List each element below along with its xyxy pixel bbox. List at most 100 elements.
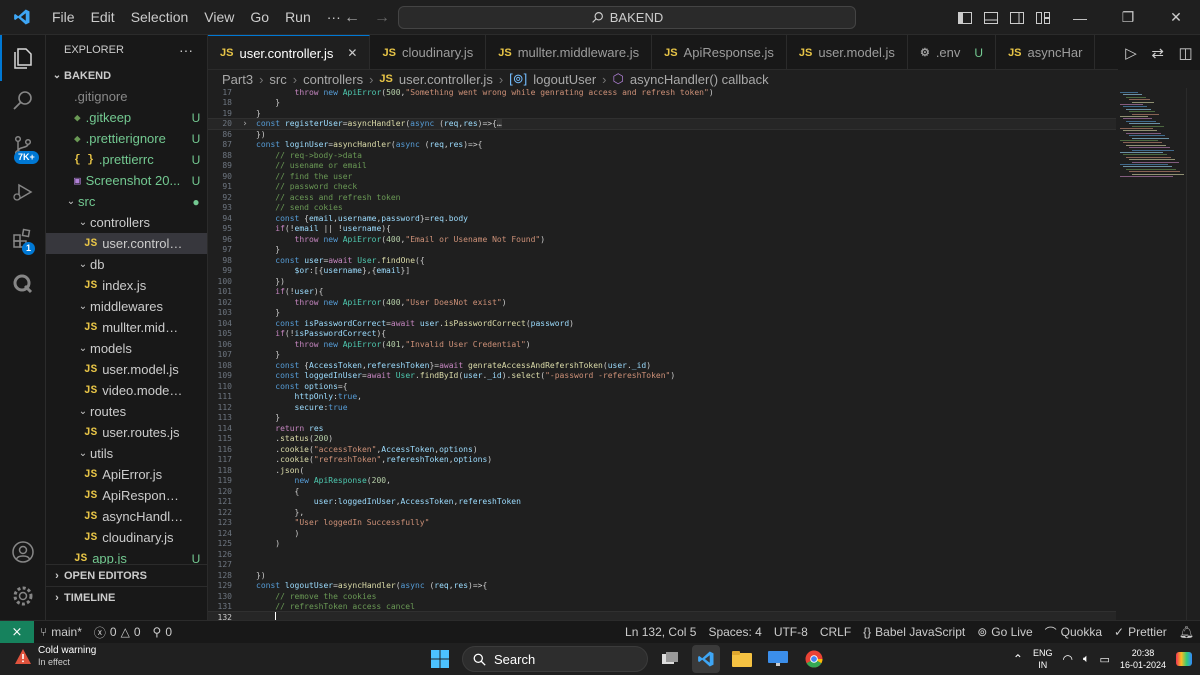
toggle-secondary-sidebar-icon[interactable] <box>1004 0 1030 35</box>
quokka-icon[interactable] <box>0 261 46 307</box>
vscode-taskbar-icon[interactable] <box>692 645 720 673</box>
toggle-panel-icon[interactable] <box>978 0 1004 35</box>
tree-file[interactable]: JS index.js <box>46 275 207 296</box>
code-line[interactable]: 120 { <box>208 486 1116 497</box>
vertical-scrollbar[interactable] <box>1186 88 1200 620</box>
volume-icon[interactable]: 🔈︎ <box>1083 653 1090 666</box>
tree-file[interactable]: ◆ .prettierignore U <box>46 128 207 149</box>
taskbar-search[interactable]: Search <box>462 646 648 672</box>
tree-folder[interactable]: ⌄ models <box>46 338 207 359</box>
code-line[interactable]: 105 if(!isPasswordCorrect){ <box>208 329 1116 340</box>
code-line[interactable]: 131 // refreshToken access cancel <box>208 602 1116 613</box>
code-line[interactable]: 112 secure:true <box>208 402 1116 413</box>
code-line[interactable]: 100 }) <box>208 276 1116 287</box>
wifi-icon[interactable]: ◠ <box>1062 652 1072 666</box>
code-line[interactable]: 107 } <box>208 350 1116 361</box>
code-line[interactable]: 109 const loggedInUser=await User.findBy… <box>208 371 1116 382</box>
tray-chevron-up-icon[interactable]: ⌃ <box>1013 652 1023 666</box>
menu-run[interactable]: Run <box>277 0 319 35</box>
menu-view[interactable]: View <box>196 0 242 35</box>
editor-tab[interactable]: JS user.controller.js ✕ <box>208 35 371 69</box>
fold-chevron-icon[interactable]: › <box>234 119 256 129</box>
editor-tab[interactable]: ⚙ .env U <box>908 35 997 69</box>
tree-folder[interactable]: ⌄ utils <box>46 443 207 464</box>
editor-tab[interactable]: JS mullter.middleware.js <box>486 35 653 69</box>
language-mode[interactable]: {} Babel JavaScript <box>857 625 971 639</box>
command-center[interactable]: BAKEND <box>398 6 856 29</box>
tree-file[interactable]: JS user.routes.js <box>46 422 207 443</box>
tree-file[interactable]: JS app.js U <box>46 548 207 564</box>
code-line[interactable]: 125 ) <box>208 539 1116 550</box>
code-line[interactable]: 104 const isPasswordCorrect=await user.i… <box>208 318 1116 329</box>
code-line[interactable]: 117 .cookie("refreshToken",refereshToken… <box>208 455 1116 466</box>
problems-indicator[interactable]: ⓧ 0 △ 0 <box>88 624 147 641</box>
code-line[interactable]: 106 throw new ApiError(401,"Invalid User… <box>208 339 1116 350</box>
windows-start-icon[interactable] <box>426 645 454 673</box>
code-line[interactable]: 92 // acess and refresh token <box>208 192 1116 203</box>
editor-tab[interactable]: JS user.model.js <box>787 35 908 69</box>
tree-file[interactable]: { } .prettierrc U <box>46 149 207 170</box>
code-line[interactable]: 94 const {email,username,password}=req.b… <box>208 213 1116 224</box>
menu-go[interactable]: Go <box>242 0 277 35</box>
tree-folder[interactable]: ⌄ controllers <box>46 212 207 233</box>
cursor-position[interactable]: Ln 132, Col 5 <box>619 625 702 639</box>
end-of-line[interactable]: CRLF <box>814 625 857 639</box>
chrome-icon[interactable] <box>800 645 828 673</box>
ports-indicator[interactable]: ⚲ 0 <box>147 625 178 639</box>
code-line[interactable]: 122 }, <box>208 507 1116 518</box>
code-line[interactable]: 91 // password check <box>208 182 1116 193</box>
indentation[interactable]: Spaces: 4 <box>702 625 767 639</box>
code-line[interactable]: 19} <box>208 108 1116 119</box>
tree-file[interactable]: JS cloudinary.js <box>46 527 207 548</box>
notifications-bell-icon[interactable]: 🔔︎ <box>1173 625 1200 639</box>
toggle-primary-sidebar-icon[interactable] <box>952 0 978 35</box>
code-line[interactable]: 128}) <box>208 570 1116 581</box>
clock[interactable]: 20:38 16-01-2024 <box>1120 647 1166 671</box>
code-line[interactable]: 86}) <box>208 129 1116 140</box>
close-tab-icon[interactable]: ✕ <box>347 46 357 60</box>
tree-file[interactable]: ▣ Screenshot 20... U <box>46 170 207 191</box>
code-line[interactable]: 129 const logoutUser=asyncHandler(async (… <box>208 581 1116 592</box>
code-line[interactable]: 90 // find the user <box>208 171 1116 182</box>
menu-edit[interactable]: Edit <box>83 0 123 35</box>
breadcrumb-item[interactable]: src <box>269 72 286 87</box>
tree-file[interactable]: ◆ .gitkeep U <box>46 107 207 128</box>
editor-tab[interactable]: JS asyncHar <box>996 35 1096 69</box>
code-line[interactable]: 113 } <box>208 413 1116 424</box>
tree-folder[interactable]: ⌄ src ● <box>46 191 207 212</box>
explorer-files-icon[interactable] <box>0 35 46 81</box>
code-line[interactable]: 20 › const registerUser=asyncHandler(async… <box>208 117 1116 130</box>
minimap[interactable] <box>1116 88 1186 620</box>
code-line[interactable]: 101 if(!user){ <box>208 287 1116 298</box>
extensions-icon[interactable]: 1 <box>0 215 46 261</box>
back-arrow-icon[interactable]: ← <box>344 9 360 27</box>
menu-selection[interactable]: Selection <box>123 0 197 35</box>
code-line[interactable]: 118 .json( <box>208 465 1116 476</box>
open-editors-section[interactable]: › OPEN EDITORS <box>46 564 207 586</box>
forward-arrow-icon[interactable]: → <box>374 9 390 27</box>
editor-tab[interactable]: JS ApiResponse.js <box>652 35 787 69</box>
code-line[interactable]: 93 // send cokies <box>208 203 1116 214</box>
code-line[interactable]: 127 <box>208 560 1116 571</box>
file-explorer-icon[interactable] <box>728 645 756 673</box>
breadcrumb-item[interactable]: Part3 <box>222 72 253 87</box>
language-indicator[interactable]: ENG IN <box>1033 647 1053 671</box>
branch-indicator[interactable]: ⑂ main* <box>34 625 88 639</box>
tree-folder[interactable]: ⌄ db <box>46 254 207 275</box>
prettier-button[interactable]: ✓ Prettier <box>1108 625 1173 639</box>
run-debug-icon[interactable] <box>0 169 46 215</box>
code-line[interactable]: 95 if(!email || !username){ <box>208 224 1116 235</box>
code-line[interactable]: 121 user:loggedInUser,AccessToken,refere… <box>208 497 1116 508</box>
code-line[interactable]: 18 } <box>208 98 1116 109</box>
code-line[interactable]: 99 $or:[{username},{email}] <box>208 266 1116 277</box>
breadcrumb-item[interactable]: user.controller.js <box>399 72 493 87</box>
code-line[interactable]: 97 } <box>208 245 1116 256</box>
tree-file[interactable]: JS video.model.js <box>46 380 207 401</box>
code-line[interactable]: 132 <box>208 611 1116 620</box>
customize-layout-icon[interactable] <box>1030 0 1056 35</box>
search-view-icon[interactable] <box>0 78 46 124</box>
code-line[interactable]: 119 new ApiResponse(200, <box>208 476 1116 487</box>
breadcrumb-item[interactable]: asyncHandler() callback <box>630 72 769 87</box>
run-file-icon[interactable]: ▷ <box>1125 44 1137 62</box>
monitor-app-icon[interactable] <box>764 645 792 673</box>
